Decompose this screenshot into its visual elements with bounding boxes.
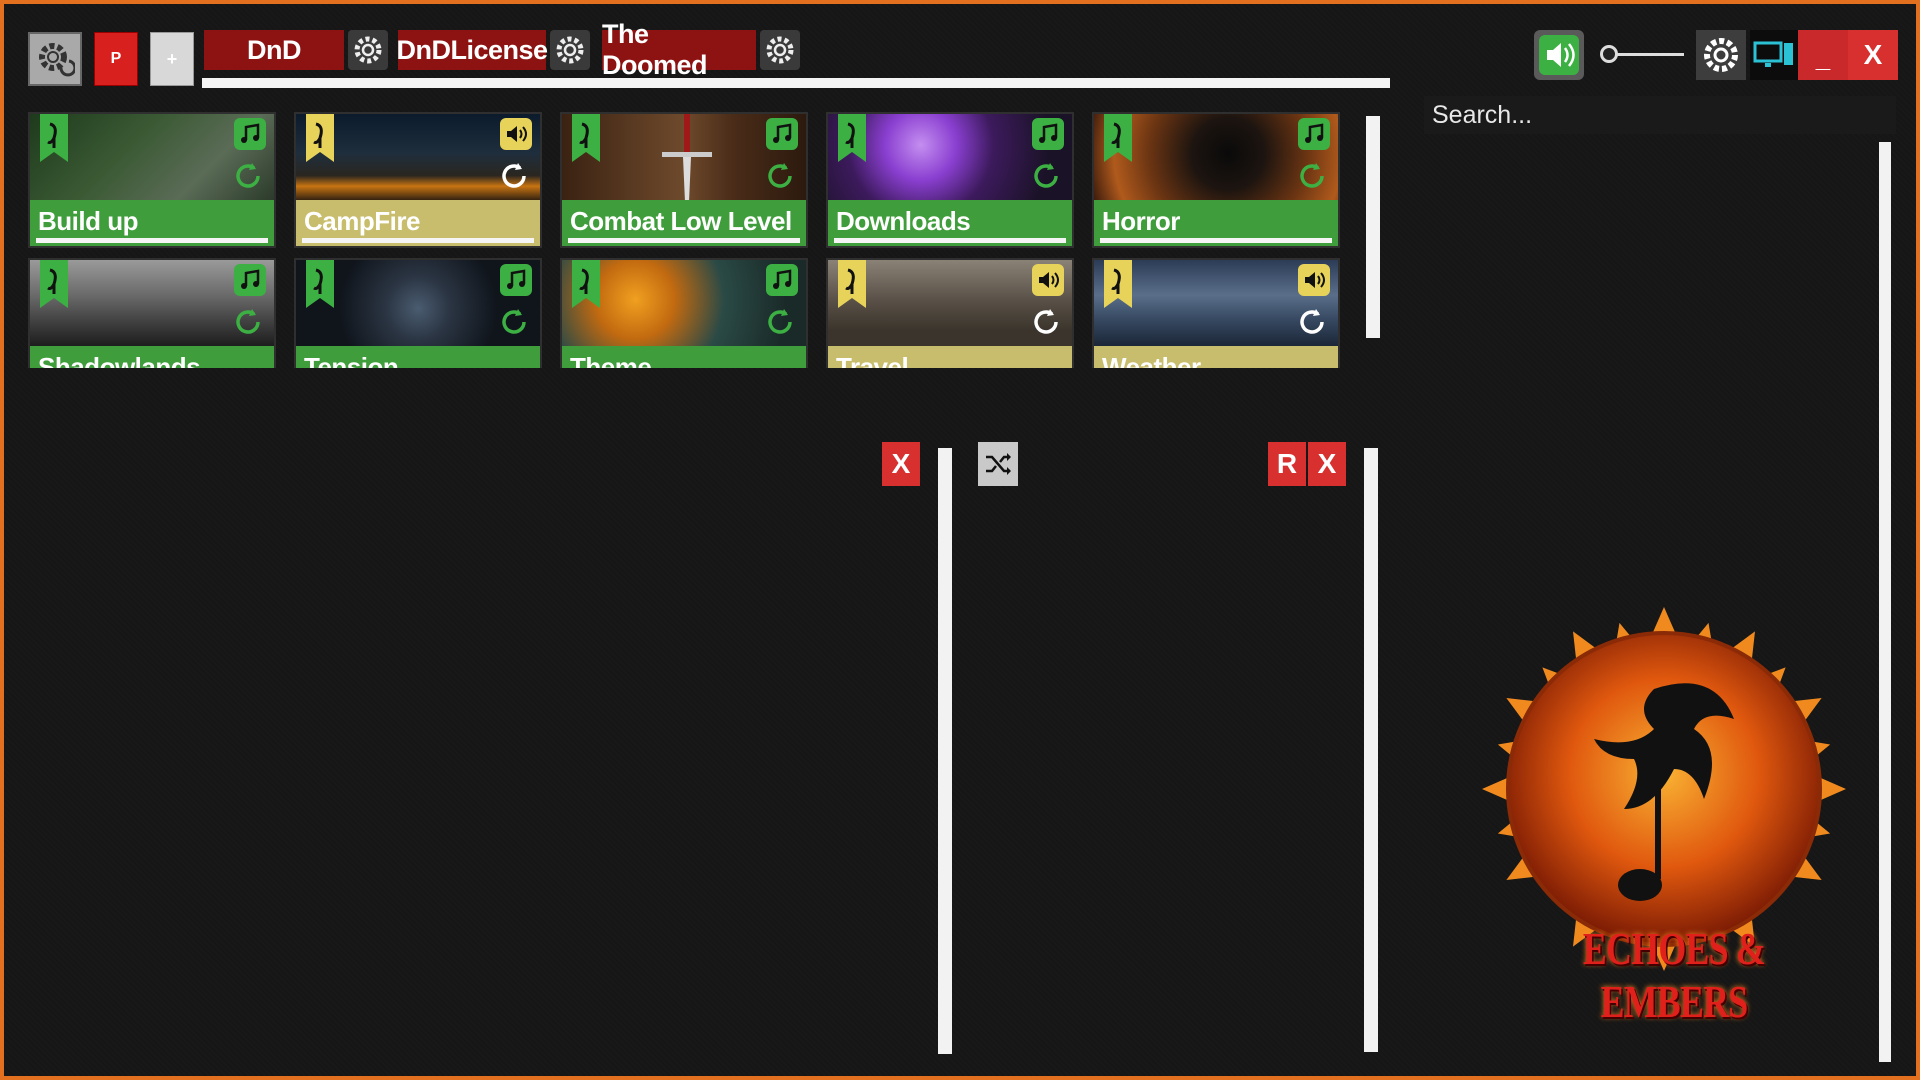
tile-label: Theme	[570, 352, 652, 368]
master-volume-button[interactable]	[1534, 30, 1584, 80]
bookmark-icon	[572, 260, 600, 308]
clear-right-panel-button[interactable]: X	[1308, 442, 1346, 486]
bookmark-icon	[40, 260, 68, 308]
loop-icon[interactable]	[232, 306, 264, 338]
gear-icon	[354, 36, 382, 64]
shuffle-icon	[986, 453, 1011, 475]
tile-progress-bar	[1100, 238, 1332, 243]
music-note-icon[interactable]	[766, 118, 798, 150]
sword-image	[662, 114, 712, 202]
playlist-tile-tension[interactable]: Tension	[294, 258, 542, 368]
tile-label: Build up	[38, 206, 138, 236]
loop-icon[interactable]	[232, 160, 264, 192]
reset-button[interactable]: R	[1268, 442, 1306, 486]
bookmark-icon	[1104, 260, 1132, 308]
app-window: P + DnD DnDLicense The Doomed _ X Search…	[0, 0, 1920, 1080]
loop-icon[interactable]	[1296, 306, 1328, 338]
add-tab-button[interactable]: +	[150, 32, 194, 86]
profile-button[interactable]: P	[94, 32, 138, 86]
music-note-icon[interactable]	[1298, 118, 1330, 150]
tile-label: Weather	[1102, 352, 1201, 368]
monitor-icon	[1753, 41, 1793, 67]
bookmark-icon	[306, 260, 334, 308]
playlist-tile-build-up[interactable]: Build up	[28, 112, 276, 248]
playlist-tile-shadowlands[interactable]: Shadowlands	[28, 258, 276, 368]
playlist-tile-travel[interactable]: Travel	[826, 258, 1074, 368]
tile-label: Horror	[1102, 206, 1180, 236]
logo-text: ECHOES & EMBERS	[1582, 923, 1766, 1027]
music-note-icon[interactable]	[234, 118, 266, 150]
tile-progress-bar	[568, 238, 800, 243]
tab-dndlicense-settings-button[interactable]	[550, 30, 590, 70]
volume-slider-handle[interactable]	[1600, 45, 1618, 63]
tab-the-doomed[interactable]: The Doomed	[602, 19, 756, 80]
display-mode-button[interactable]	[1750, 30, 1798, 80]
tile-progress-bar	[36, 238, 268, 243]
loop-icon[interactable]	[498, 160, 530, 192]
app-settings-button[interactable]	[1696, 30, 1746, 80]
bookmark-icon	[838, 260, 866, 308]
tile-label: Travel	[836, 352, 909, 368]
loop-icon[interactable]	[1030, 160, 1062, 192]
music-note-icon[interactable]	[234, 264, 266, 296]
right-panel-scrollbar[interactable]	[1364, 448, 1378, 1052]
global-settings-button[interactable]	[28, 32, 82, 86]
tab-the-doomed-settings-button[interactable]	[760, 30, 800, 70]
bookmark-icon	[838, 114, 866, 162]
playlist-tile-downloads[interactable]: Downloads	[826, 112, 1074, 248]
gear-refresh-icon	[39, 43, 75, 77]
tile-progress-bar	[834, 238, 1066, 243]
minimize-button[interactable]: _	[1798, 30, 1848, 80]
tile-progress-bar	[302, 238, 534, 243]
tab-dnd-settings-button[interactable]	[348, 30, 388, 70]
playlist-grid: Build up CampFire Combat Low Level Downl…	[28, 112, 1348, 368]
tab-dndlicense[interactable]: DnDLicense	[396, 30, 548, 70]
playlist-grid-scrollbar[interactable]	[1366, 116, 1380, 338]
speaker-icon	[1539, 35, 1579, 75]
shuffle-button[interactable]	[978, 442, 1018, 486]
loop-icon[interactable]	[764, 160, 796, 192]
clear-left-panel-button[interactable]: X	[882, 442, 920, 486]
left-panel-scrollbar[interactable]	[938, 448, 952, 1054]
tile-label: Tension	[304, 352, 399, 368]
music-note-icon[interactable]	[1032, 118, 1064, 150]
gear-icon	[1704, 38, 1738, 72]
close-window-button[interactable]: X	[1848, 30, 1898, 80]
tile-label: CampFire	[304, 206, 420, 236]
loop-icon[interactable]	[764, 306, 796, 338]
gear-icon	[766, 36, 794, 64]
playlist-tile-horror[interactable]: Horror	[1092, 112, 1340, 248]
music-note-icon[interactable]	[766, 264, 798, 296]
playlist-tile-campfire[interactable]: CampFire	[294, 112, 542, 248]
loop-icon[interactable]	[1296, 160, 1328, 192]
bookmark-icon	[572, 114, 600, 162]
tab-progress-bar	[202, 78, 1390, 88]
bookmark-icon	[306, 114, 334, 162]
speaker-icon[interactable]	[500, 118, 532, 150]
music-note-icon[interactable]	[500, 264, 532, 296]
bookmark-icon	[40, 114, 68, 162]
loop-icon[interactable]	[1030, 306, 1062, 338]
tile-label: Downloads	[836, 206, 971, 236]
playlist-tile-weather[interactable]: Weather	[1092, 258, 1340, 368]
search-input[interactable]	[1424, 96, 1896, 134]
tile-label: Combat Low Level	[570, 206, 792, 236]
playlist-tile-combat-low-level[interactable]: Combat Low Level	[560, 112, 808, 248]
gear-icon	[556, 36, 584, 64]
bookmark-icon	[1104, 114, 1132, 162]
loop-icon[interactable]	[498, 306, 530, 338]
tab-dnd[interactable]: DnD	[204, 30, 344, 70]
playlist-tile-theme[interactable]: Theme	[560, 258, 808, 368]
speaker-icon[interactable]	[1032, 264, 1064, 296]
speaker-icon[interactable]	[1298, 264, 1330, 296]
tile-label: Shadowlands	[38, 352, 201, 368]
